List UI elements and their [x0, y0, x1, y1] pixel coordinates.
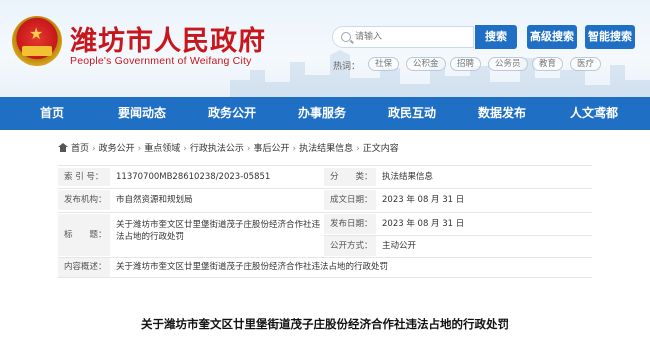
disclosure-mode-value: 主动公开 — [378, 236, 592, 256]
nav-item-home[interactable]: 首页 — [10, 97, 94, 130]
created-date-label: 成文日期： — [324, 190, 376, 210]
summary-label: 内容概述： — [58, 258, 110, 277]
publish-date-value: 2023 年 08 月 31 日 — [378, 214, 592, 234]
document-info-table: 索 引 号： 11370700MB28610238/2023-05851 分 类… — [58, 165, 592, 278]
disclosure-mode-label: 公开方式： — [324, 236, 376, 256]
home-icon — [58, 143, 68, 152]
hot-tag[interactable]: 医疗 — [570, 57, 602, 71]
publisher-value: 市自然资源和规划局 — [112, 190, 320, 210]
category-label: 分 类： — [324, 168, 376, 186]
nav-item-news[interactable]: 要闻动态 — [100, 97, 184, 130]
site-header: ★ 潍坊市人民政府 People's Government of Weifang… — [0, 0, 650, 97]
hot-tag[interactable]: 公务员 — [488, 57, 528, 71]
nav-item-interaction[interactable]: 政民互动 — [370, 97, 454, 130]
summary-value: 关于潍坊市奎文区廿里堡街道茂子庄股份经济合作社违法占地的行政处罚 — [112, 258, 592, 277]
article-title: 关于潍坊市奎文区廿里堡街道茂子庄股份经济合作社违法占地的行政处罚 — [141, 317, 509, 331]
national-emblem-logo[interactable]: ★ — [12, 16, 62, 66]
hot-tag[interactable]: 社保 — [368, 57, 400, 71]
nav-item-culture[interactable]: 人文鸢都 — [552, 97, 636, 130]
search-input[interactable] — [355, 30, 467, 44]
breadcrumb: 首页 › 政务公开 › 重点领域 › 行政执法公示 › 事后公开 › 执法结果信息 › 正文内容 — [58, 141, 399, 154]
breadcrumb-item[interactable]: 事后公开 — [254, 144, 290, 154]
hot-tag[interactable]: 教育 — [532, 57, 564, 71]
site-title[interactable]: 潍坊市人民政府 — [70, 19, 266, 58]
publish-date-label: 发布日期： — [324, 214, 376, 234]
title-label: 标 题： — [58, 214, 110, 256]
nav-item-gov-open[interactable]: 政务公开 — [190, 97, 274, 130]
breadcrumb-item[interactable]: 重点领域 — [144, 144, 180, 154]
breadcrumb-item[interactable]: 政务公开 — [99, 144, 135, 154]
main-nav: 首页 要闻动态 政务公开 办事服务 政民互动 数据发布 人文鸢都 — [0, 97, 650, 130]
search-icon — [341, 32, 351, 42]
search-box[interactable] — [332, 26, 474, 48]
category-value: 执法结果信息 — [378, 168, 592, 186]
breadcrumb-item[interactable]: 首页 — [71, 144, 89, 154]
publisher-label: 发布机构： — [58, 190, 110, 210]
hot-words-label: 热词： — [333, 62, 361, 72]
nav-item-data[interactable]: 数据发布 — [460, 97, 544, 130]
advanced-search-button[interactable]: 高级搜索 — [527, 25, 577, 49]
breadcrumb-item[interactable]: 执法结果信息 — [299, 144, 353, 154]
hot-tag[interactable]: 公积金 — [406, 57, 446, 71]
breadcrumb-item[interactable]: 行政执法公示 — [190, 144, 244, 154]
smart-search-button[interactable]: 智能搜索 — [585, 25, 635, 49]
index-number-value: 11370700MB28610238/2023-05851 — [112, 168, 320, 186]
site-subtitle: People's Government of Weifang City — [70, 55, 252, 67]
breadcrumb-item-current: 正文内容 — [362, 144, 399, 154]
created-date-value: 2023 年 08 月 31 日 — [378, 190, 592, 210]
search-button[interactable]: 搜索 — [475, 25, 517, 49]
nav-item-services[interactable]: 办事服务 — [280, 97, 364, 130]
title-value: 关于潍坊市奎文区廿里堡街道茂子庄股份经济合作社违法占地的行政处罚 — [112, 216, 320, 254]
index-number-label: 索 引 号： — [58, 168, 110, 186]
hot-tag[interactable]: 招聘 — [450, 57, 482, 71]
